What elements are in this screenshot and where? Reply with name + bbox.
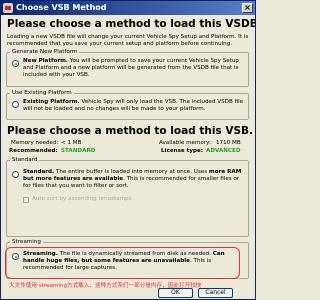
app-icon	[3, 3, 13, 13]
intro-text: Loading a new VSDB file will change your…	[7, 34, 249, 47]
existing-platform-option[interactable]: Existing Platform. Vehicle Spy will only…	[23, 99, 245, 113]
new-platform-title: New Platform.	[23, 58, 69, 64]
existing-platform-title: Existing Platform.	[23, 99, 80, 105]
license-type-value: ADVANCED	[206, 148, 241, 154]
existing-platform-radio[interactable]	[12, 101, 19, 108]
memory-needed-value: < 1 MB	[61, 140, 82, 146]
heading-vsdb: Please choose a method to load this VSDB…	[7, 18, 256, 30]
choose-vsb-method-dialog: Choose VSB Method × Please choose a meth…	[0, 0, 256, 300]
standard-radio[interactable]	[12, 171, 19, 178]
title-bar: Choose VSB Method ×	[1, 1, 255, 15]
streaming-option[interactable]: Streaming. The file is dynamically strea…	[23, 251, 235, 271]
use-existing-platform-legend: Use Existing Platform	[12, 90, 72, 96]
license-type-label: License type:	[161, 148, 203, 154]
recommended-value: STANDARD	[61, 148, 96, 154]
standard-option[interactable]: Standard. The entire buffer is loaded in…	[23, 169, 245, 189]
cancel-button[interactable]: Cancel	[198, 288, 233, 298]
new-platform-radio[interactable]	[12, 60, 19, 67]
window-title: Choose VSB Method	[16, 3, 107, 12]
generate-new-platform-legend: Generate New Platform	[12, 49, 78, 55]
close-button[interactable]: ×	[242, 3, 253, 13]
streaming-legend: Streaming	[12, 239, 41, 245]
standard-title: Standard.	[23, 169, 55, 175]
memory-needed-label: Memory needed:	[11, 140, 59, 146]
heading-vsb: Please choose a method to load this VSB.	[7, 125, 254, 137]
streaming-title: Streaming.	[23, 251, 58, 257]
recommended-label: Recommended:	[9, 148, 58, 154]
new-platform-option[interactable]: New Platform. You will be prompted to sa…	[23, 58, 245, 78]
streaming-desc-1: The file is dynamically streamed from di…	[59, 251, 213, 257]
auto-sort-checkbox[interactable]	[23, 197, 29, 203]
streaming-radio[interactable]	[12, 253, 19, 260]
auto-sort-label[interactable]: Auto sort by ascending timestamps	[32, 196, 131, 203]
standard-legend: Standard	[12, 157, 38, 163]
available-memory-value: 1710 MB	[216, 140, 241, 146]
standard-desc-1: The entire buffer is loaded into memory …	[55, 169, 209, 175]
ok-button[interactable]: OK	[158, 288, 193, 298]
available-memory-label: Available memory:	[159, 140, 211, 146]
